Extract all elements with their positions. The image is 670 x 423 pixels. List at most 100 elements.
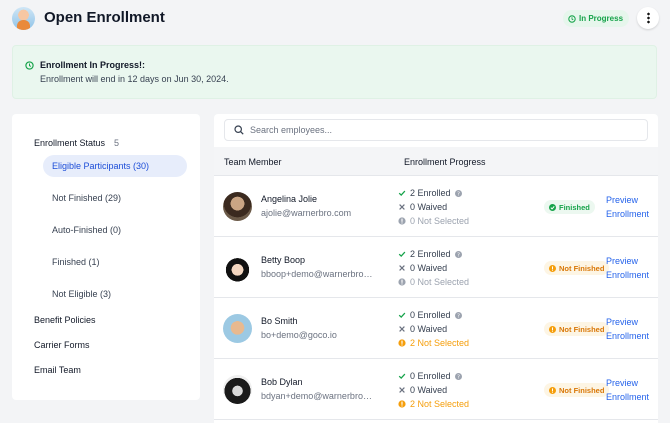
- search-input[interactable]: [250, 125, 630, 135]
- enrolled-count: 2 Enrolled ?: [398, 188, 462, 198]
- avatar: [223, 375, 252, 404]
- status-badge-label: In Progress: [579, 14, 624, 23]
- enrolled-count: 0 Enrolled ?: [398, 310, 462, 320]
- avatar: [223, 253, 252, 282]
- status-badge: Not Finished: [544, 383, 610, 397]
- waived-count: 0 Waived: [398, 324, 447, 334]
- check-icon: [398, 312, 406, 318]
- waived-count: 0 Waived: [398, 202, 447, 212]
- member-name: Betty Boop: [261, 255, 306, 265]
- table-row: Betty Boop bboop+demo@warnerbro.c... 2 E…: [214, 238, 658, 298]
- check-circle-icon: [549, 203, 556, 211]
- table-row: Bob Dylan bdyan+demo@warnerbro.co 0 Enro…: [214, 360, 658, 420]
- help-icon[interactable]: ?: [454, 250, 462, 258]
- waived-label: 0 Waived: [410, 385, 448, 395]
- vertical-dots-icon: [646, 12, 650, 24]
- check-icon: [398, 190, 406, 196]
- help-icon[interactable]: ?: [454, 189, 462, 197]
- warning-icon: [398, 400, 406, 408]
- table-header: Team Member Enrollment Progress: [214, 147, 658, 176]
- warning-icon: [549, 325, 556, 333]
- clock-icon: [25, 61, 34, 70]
- x-icon: [399, 204, 405, 210]
- waived-label: 0 Waived: [410, 202, 448, 212]
- svg-text:?: ?: [457, 191, 460, 196]
- status-badge: In Progress: [563, 10, 630, 27]
- enrollment-banner: Enrollment In Progress!: Enrollment will…: [12, 45, 657, 99]
- table-row: Angelina Jolie ajolie@warnerbro.com 2 En…: [214, 177, 658, 237]
- sidebar-item-not-eligible[interactable]: Not Eligible (3): [43, 283, 187, 305]
- preview-enrollment-link[interactable]: Preview Enrollment: [606, 315, 656, 343]
- not-selected-label: 0 Not Selected: [410, 277, 470, 287]
- sidebar-heading-count: 5: [114, 138, 120, 148]
- enrolled-label: 2 Enrolled: [410, 249, 451, 259]
- member-email: bdyan+demo@warnerbro.co: [261, 391, 373, 401]
- sidebar-item-carrier-forms[interactable]: Carrier Forms: [34, 340, 90, 350]
- sidebar-item-finished[interactable]: Finished (1): [43, 251, 187, 273]
- waived-count: 0 Waived: [398, 263, 447, 273]
- info-icon: [398, 217, 406, 225]
- sidebar-item-not-finished[interactable]: Not Finished (29): [43, 187, 187, 209]
- not-selected-count: 2 Not Selected: [398, 399, 469, 409]
- banner-message: Enrollment will end in 12 days on Jun 30…: [40, 74, 229, 84]
- sidebar-heading-label: Enrollment Status: [34, 138, 106, 148]
- not-selected-label: 2 Not Selected: [410, 399, 470, 409]
- sidebar: Enrollment Status 5 Eligible Participant…: [12, 114, 200, 400]
- status-badge-label: Not Finished: [559, 263, 605, 273]
- status-badge: Finished: [544, 200, 595, 214]
- page-header: Open Enrollment In Progress: [0, 0, 670, 38]
- user-avatar-icon[interactable]: [12, 7, 35, 30]
- employee-table-panel: Team Member Enrollment Progress Angelina…: [214, 114, 658, 423]
- warning-icon: [549, 264, 556, 272]
- sidebar-item-eligible-participants[interactable]: Eligible Participants (30): [43, 155, 187, 177]
- not-selected-label: 2 Not Selected: [410, 338, 470, 348]
- enrolled-count: 2 Enrolled ?: [398, 249, 462, 259]
- search-box: [224, 119, 648, 141]
- waived-label: 0 Waived: [410, 263, 448, 273]
- banner-title: Enrollment In Progress!:: [40, 60, 146, 70]
- table-row: Bo Smith bo+demo@goco.io 0 Enrolled ? 0 …: [214, 299, 658, 359]
- info-icon: [398, 278, 406, 286]
- x-icon: [399, 387, 405, 393]
- status-badge: Not Finished: [544, 322, 610, 336]
- member-email: ajolie@warnerbro.com: [261, 208, 352, 218]
- search-icon: [234, 125, 244, 135]
- help-icon[interactable]: ?: [454, 372, 462, 380]
- page-title: Open Enrollment: [44, 9, 165, 26]
- column-header-enrollment-progress: Enrollment Progress: [404, 157, 486, 167]
- more-options-button[interactable]: [637, 7, 659, 29]
- member-name: Bo Smith: [261, 316, 298, 326]
- sidebar-item-auto-finished[interactable]: Auto-Finished (0): [43, 219, 187, 241]
- status-badge-label: Not Finished: [559, 385, 605, 395]
- help-icon[interactable]: ?: [454, 311, 462, 319]
- svg-text:?: ?: [457, 252, 460, 257]
- not-selected-count: 0 Not Selected: [398, 277, 469, 287]
- clock-icon: [568, 14, 576, 23]
- status-badge-label: Finished: [559, 202, 590, 212]
- not-selected-label: 0 Not Selected: [410, 216, 470, 226]
- member-name: Bob Dylan: [261, 377, 303, 387]
- svg-text:?: ?: [457, 374, 460, 379]
- status-badge: Not Finished: [544, 261, 610, 275]
- avatar: [223, 192, 252, 221]
- not-selected-count: 0 Not Selected: [398, 216, 469, 226]
- avatar: [223, 314, 252, 343]
- check-icon: [398, 373, 406, 379]
- sidebar-item-benefit-policies[interactable]: Benefit Policies: [34, 315, 96, 325]
- enrolled-label: 0 Enrolled: [410, 371, 451, 381]
- preview-enrollment-link[interactable]: Preview Enrollment: [606, 254, 656, 282]
- status-badge-label: Not Finished: [559, 324, 605, 334]
- preview-enrollment-link[interactable]: Preview Enrollment: [606, 193, 656, 221]
- column-header-team-member: Team Member: [224, 157, 282, 167]
- member-name: Angelina Jolie: [261, 194, 318, 204]
- not-selected-count: 2 Not Selected: [398, 338, 469, 348]
- enrolled-label: 0 Enrolled: [410, 310, 451, 320]
- enrolled-label: 2 Enrolled: [410, 188, 451, 198]
- sidebar-heading-enrollment-status[interactable]: Enrollment Status 5: [34, 138, 119, 148]
- preview-enrollment-link[interactable]: Preview Enrollment: [606, 376, 656, 404]
- member-email: bo+demo@goco.io: [261, 330, 337, 340]
- waived-count: 0 Waived: [398, 385, 447, 395]
- member-email: bboop+demo@warnerbro.c...: [261, 269, 373, 279]
- sidebar-item-email-team[interactable]: Email Team: [34, 365, 81, 375]
- x-icon: [399, 326, 405, 332]
